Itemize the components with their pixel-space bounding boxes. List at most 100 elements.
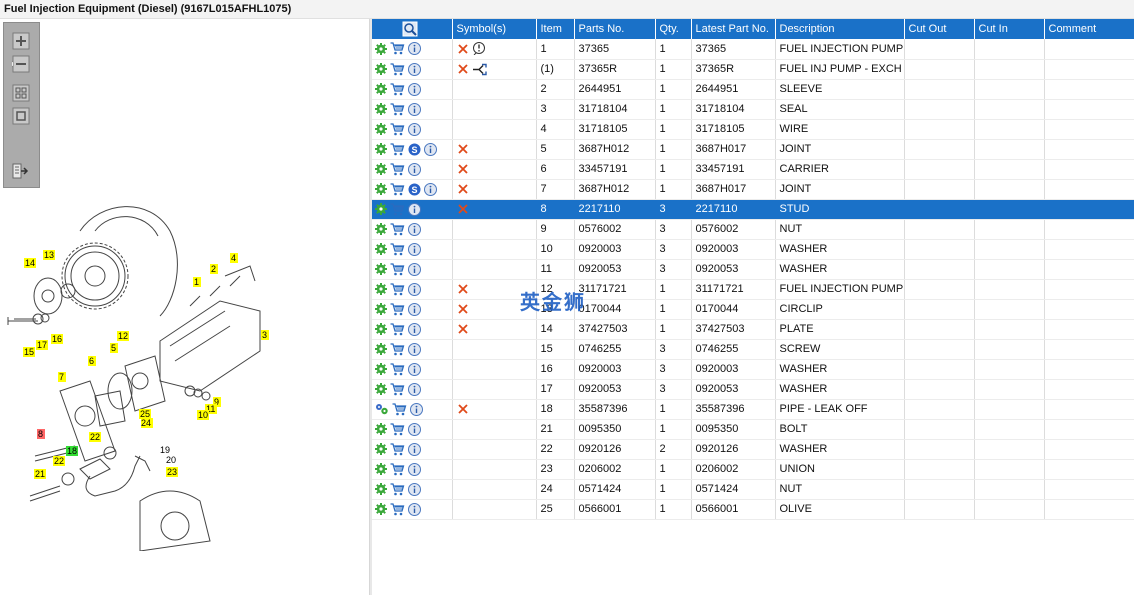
callout-19[interactable]: 19 — [160, 445, 170, 455]
gears-icon[interactable] — [375, 403, 389, 415]
cart-icon[interactable] — [390, 442, 405, 456]
gear-icon[interactable] — [375, 243, 387, 255]
cart-icon[interactable] — [390, 162, 405, 176]
supersession-icon[interactable]: S — [408, 143, 421, 156]
cart-icon[interactable] — [390, 322, 405, 336]
gear-icon[interactable] — [375, 363, 387, 375]
table-row[interactable]: 9 0576002 3 0576002 NUT — [372, 219, 1134, 240]
table-row[interactable]: 22 0920126 2 0920126 WASHER — [372, 439, 1134, 460]
cart-icon[interactable] — [390, 262, 405, 276]
callout-20[interactable]: 20 — [166, 455, 176, 465]
filter-column-header[interactable] — [372, 19, 453, 39]
cart-icon[interactable] — [390, 242, 405, 256]
callout-1[interactable]: 1 — [193, 277, 201, 287]
info-icon[interactable] — [408, 462, 421, 476]
gear-icon[interactable] — [375, 163, 387, 175]
info-icon[interactable] — [408, 202, 421, 216]
callout-21[interactable]: 21 — [34, 469, 46, 479]
table-row[interactable]: 18 35587396 1 35587396 PIPE - LEAK OFF — [372, 399, 1134, 420]
gear-icon[interactable] — [375, 103, 387, 115]
callout-13[interactable]: 13 — [43, 250, 55, 260]
info-icon[interactable] — [424, 182, 437, 196]
table-row[interactable]: 25 0566001 1 0566001 OLIVE — [372, 499, 1134, 520]
callout-17[interactable]: 17 — [36, 340, 48, 350]
cart-icon[interactable] — [390, 462, 405, 476]
gear-icon[interactable] — [375, 223, 387, 235]
cart-icon[interactable] — [390, 502, 405, 516]
callout-8[interactable]: 8 — [37, 429, 45, 439]
callout-2[interactable]: 2 — [210, 264, 218, 274]
callout-24[interactable]: 24 — [141, 418, 153, 428]
zoom-out-button[interactable] — [12, 55, 30, 73]
gear-icon[interactable] — [375, 83, 387, 95]
gear-icon[interactable] — [375, 183, 387, 195]
info-icon[interactable] — [408, 102, 421, 116]
table-row[interactable]: 8 2217110 3 2217110 STUD — [372, 199, 1134, 220]
table-row[interactable]: 4 31718105 1 31718105 WIRE — [372, 119, 1134, 140]
gear-icon[interactable] — [375, 263, 387, 275]
callout-4[interactable]: 4 — [230, 253, 238, 263]
gear-icon[interactable] — [375, 423, 387, 435]
info-icon[interactable] — [408, 242, 421, 256]
supersession-icon[interactable]: S — [408, 183, 421, 196]
table-row[interactable]: 23 0206002 1 0206002 UNION — [372, 459, 1134, 480]
gear-icon[interactable] — [375, 203, 387, 215]
table-row[interactable]: 6 33457191 1 33457191 CARRIER — [372, 159, 1134, 180]
info-icon[interactable] — [408, 262, 421, 276]
info-icon[interactable] — [410, 402, 423, 416]
column-header-description[interactable]: Description — [775, 19, 905, 39]
table-row[interactable]: 1 37365 1 37365 FUEL INJECTION PUMP — [372, 39, 1134, 60]
gear-icon[interactable] — [375, 123, 387, 135]
column-header-latest-part-no[interactable]: Latest Part No. — [691, 19, 776, 39]
callout-23[interactable]: 23 — [166, 467, 178, 477]
column-header-comment[interactable]: Comment — [1044, 19, 1134, 39]
search-filter-icon[interactable] — [402, 21, 418, 37]
gear-icon[interactable] — [375, 42, 387, 55]
info-icon[interactable] — [408, 442, 421, 456]
callout-16[interactable]: 16 — [51, 334, 63, 344]
info-icon[interactable] — [408, 482, 421, 496]
table-row[interactable]: 12 31171721 1 31171721 FUEL INJECTION PUMP G — [372, 279, 1134, 300]
info-icon[interactable] — [408, 302, 421, 316]
callout-14[interactable]: 14 — [24, 258, 36, 268]
gear-icon[interactable] — [375, 63, 387, 75]
callout-3[interactable]: 3 — [261, 330, 269, 340]
table-row[interactable]: (1) 37365R 1 37365R FUEL INJ PUMP - EXCH — [372, 59, 1134, 80]
info-icon[interactable] — [408, 62, 421, 76]
column-header-item[interactable]: Item — [536, 19, 575, 39]
table-row[interactable]: S 5 3687H012 1 3687H017 JOINT — [372, 139, 1134, 160]
callout-15[interactable]: 15 — [23, 347, 35, 357]
table-row[interactable]: 14 37427503 1 37427503 PLATE — [372, 319, 1134, 340]
info-icon[interactable] — [424, 142, 437, 156]
callout-7[interactable]: 7 — [58, 372, 66, 382]
table-row[interactable]: S 7 3687H012 1 3687H017 JOINT — [372, 179, 1134, 200]
gear-icon[interactable] — [375, 443, 387, 455]
column-header-qty[interactable]: Qty. — [655, 19, 692, 39]
column-header-cut-out[interactable]: Cut Out — [904, 19, 975, 39]
cart-icon[interactable] — [390, 42, 405, 55]
cart-icon[interactable] — [390, 122, 405, 136]
cart-icon[interactable] — [390, 382, 405, 396]
callout-10[interactable]: 10 — [197, 410, 209, 420]
gear-icon[interactable] — [375, 143, 387, 155]
info-icon[interactable] — [408, 382, 421, 396]
info-icon[interactable] — [408, 362, 421, 376]
table-row[interactable]: 2 2644951 1 2644951 SLEEVE — [372, 79, 1134, 100]
column-header-parts-no[interactable]: Parts No. — [574, 19, 656, 39]
cart-icon[interactable] — [390, 102, 405, 116]
cart-icon[interactable] — [390, 202, 405, 216]
info-icon[interactable] — [408, 42, 421, 56]
callout-12[interactable]: 12 — [117, 331, 129, 341]
cart-icon[interactable] — [390, 82, 405, 96]
exploded-parts-diagram[interactable]: 14 13 2 4 1 3 12 15 17 16 5 6 7 9 11 10 … — [0, 191, 369, 551]
info-icon[interactable] — [408, 422, 421, 436]
table-row[interactable]: 17 0920053 3 0920053 WASHER — [372, 379, 1134, 400]
info-icon[interactable] — [408, 502, 421, 516]
table-row[interactable]: 3 31718104 1 31718104 SEAL — [372, 99, 1134, 120]
fit-window-button[interactable] — [12, 107, 30, 125]
zoom-in-button[interactable] — [12, 32, 30, 50]
info-icon[interactable] — [408, 322, 421, 336]
cart-icon[interactable] — [392, 402, 407, 416]
table-row[interactable]: 15 0746255 3 0746255 SCREW — [372, 339, 1134, 360]
callout-22b[interactable]: 22 — [53, 456, 65, 466]
